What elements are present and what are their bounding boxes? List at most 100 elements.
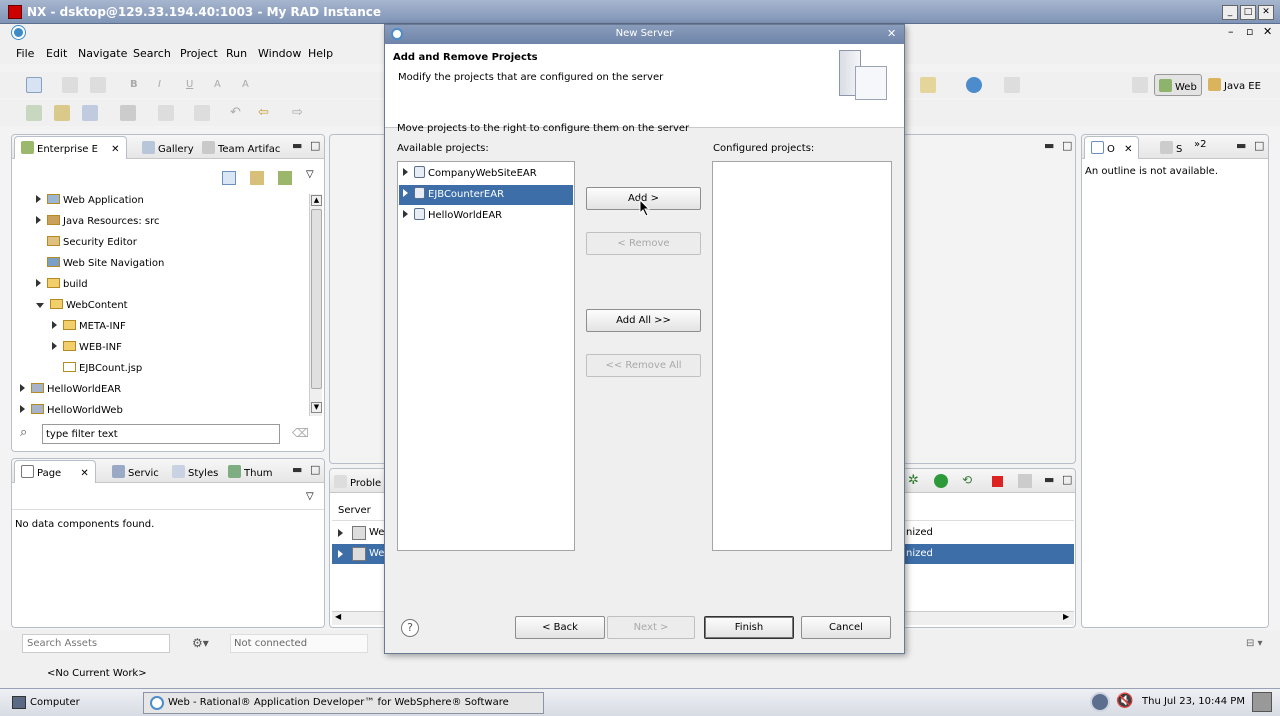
minimize-button[interactable]: _ [1222,5,1238,20]
tab-problems[interactable]: Proble [334,475,381,489]
expand-arrow-icon[interactable] [403,168,408,176]
menu-navigate[interactable]: Navigate [78,47,127,60]
scroll-up-icon[interactable]: ▲ [311,195,322,206]
available-project-item[interactable]: CompanyWebSiteEAR [399,164,573,184]
tab-snippets[interactable]: S [1160,141,1182,155]
scroll-left-icon[interactable]: ◀ [335,612,341,621]
expand-arrow[interactable] [338,529,343,537]
underline-icon[interactable]: U [186,79,193,90]
expand-arrow-icon[interactable] [403,210,408,218]
link-editor-icon[interactable] [250,171,264,185]
tab-thumbnails[interactable]: Thum [228,465,273,479]
expand-arrow-icon[interactable] [36,195,41,203]
taskbar-rad-window[interactable]: Web - Rational® Application Developer™ f… [143,692,544,714]
globe-icon[interactable] [966,77,982,93]
tab-gallery[interactable]: Gallery [142,141,194,155]
deploy-icon[interactable] [920,77,936,93]
remove-button[interactable]: < Remove [586,232,701,255]
menu-help[interactable]: Help [308,47,333,60]
tab-outline[interactable]: O ✕ [1084,136,1140,159]
open-perspective-icon[interactable] [1132,77,1148,93]
filter-input[interactable] [42,424,280,444]
view-menu-icon[interactable]: ▽ [306,491,314,502]
collapse-arrow-icon[interactable] [36,303,44,308]
wizard-icon[interactable] [1004,77,1020,93]
start-server-icon[interactable] [934,474,948,488]
minimize-view-icon[interactable]: ▬ [292,463,302,476]
clear-filter-icon[interactable]: ⌫ [292,426,309,440]
menu-run[interactable]: Run [226,47,247,60]
computer-button[interactable]: Computer [6,693,80,713]
back-nav-icon[interactable]: ⇦ [258,105,269,120]
maximize-view-icon[interactable]: □ [310,463,320,476]
search-assets-input[interactable] [22,634,170,653]
scroll-thumb[interactable] [311,209,322,389]
available-project-item[interactable]: HelloWorldEAR [399,206,573,226]
scroll-down-icon[interactable]: ▼ [311,402,322,413]
next-button[interactable]: Next > [607,616,695,639]
align-icon[interactable] [158,105,174,121]
menu-file[interactable]: File [16,47,34,60]
align-right-icon[interactable] [194,105,210,121]
rad-close-button[interactable]: ✕ [1263,25,1272,38]
help-tray-icon[interactable] [1090,692,1110,712]
show-desktop-icon[interactable] [1252,692,1272,712]
help-icon[interactable]: ? [401,619,419,637]
font-grow-icon[interactable]: A [214,79,221,90]
cancel-button[interactable]: Cancel [801,616,891,639]
rad-restore-button[interactable]: ▫ [1246,25,1253,38]
expand-arrow-icon[interactable] [52,342,57,350]
expand-arrow[interactable] [338,550,343,558]
maximize-view-icon[interactable]: □ [310,139,320,152]
tree-item[interactable]: Web Application [36,194,144,206]
rad-minimize-button[interactable]: – [1228,25,1234,38]
view-menu-icon[interactable]: ▽ [306,169,314,180]
maximize-view-icon[interactable]: □ [1254,139,1264,152]
tree-item[interactable]: Security Editor [36,236,137,248]
tree-item[interactable]: build [36,278,88,290]
expand-arrow-icon[interactable] [36,279,41,287]
tree-item[interactable]: META-INF [52,320,126,332]
history-icon[interactable]: ↶ [230,105,241,120]
expand-arrow-icon[interactable] [36,216,41,224]
menu-search[interactable]: Search [133,47,171,60]
close-button[interactable]: ✕ [1258,5,1274,20]
tab-services[interactable]: Servic [112,465,159,479]
available-project-item[interactable]: EJBCounterEAR [399,185,573,205]
expand-arrow-icon[interactable] [403,189,408,197]
debug-server-icon[interactable]: ✲ [908,473,919,488]
publish-icon[interactable] [1018,474,1032,488]
run-icon[interactable] [54,105,70,121]
tree-item[interactable]: Web Site Navigation [36,257,164,269]
tree-item[interactable]: WebContent [36,299,128,311]
menu-window[interactable]: Window [258,47,301,60]
tree-item[interactable]: WEB-INF [52,341,122,353]
italic-icon[interactable]: I [158,79,161,90]
debug-icon[interactable] [26,105,42,121]
configured-projects-list[interactable] [712,161,892,551]
available-projects-list[interactable]: CompanyWebSiteEAR EJBCounterEAR HelloWorld… [397,161,575,551]
back-button[interactable]: < Back [515,616,605,639]
save-icon[interactable] [62,77,78,93]
explorer-scrollbar[interactable]: ▲ ▼ [309,194,322,416]
minimize-view-icon[interactable]: ▬ [1044,473,1054,486]
expand-arrow-icon[interactable] [20,384,25,392]
expand-arrow-icon[interactable] [52,321,57,329]
filter-icon[interactable] [278,171,292,185]
dialog-close-icon[interactable]: ✕ [887,27,896,40]
expand-arrow-icon[interactable] [20,405,25,413]
more-views-button[interactable]: »2 [1194,139,1206,150]
java-ee-perspective-button[interactable]: Java EE [1208,78,1261,92]
menu-project[interactable]: Project [180,47,218,60]
status-menu-icon[interactable]: ⊟ ▾ [1246,638,1263,649]
volume-muted-icon[interactable]: 🔇 [1116,693,1133,709]
tree-item[interactable]: Java Resources: src [36,215,160,227]
menu-edit[interactable]: Edit [46,47,67,60]
stop-server-icon[interactable] [992,476,1003,487]
build-icon[interactable] [120,105,136,121]
remove-all-button[interactable]: << Remove All [586,354,701,377]
close-tab-icon[interactable]: ✕ [111,144,119,155]
bold-icon[interactable]: B [130,79,138,90]
maximize-button[interactable]: □ [1240,5,1256,20]
tab-team-artifacts[interactable]: Team Artifac [202,141,280,155]
